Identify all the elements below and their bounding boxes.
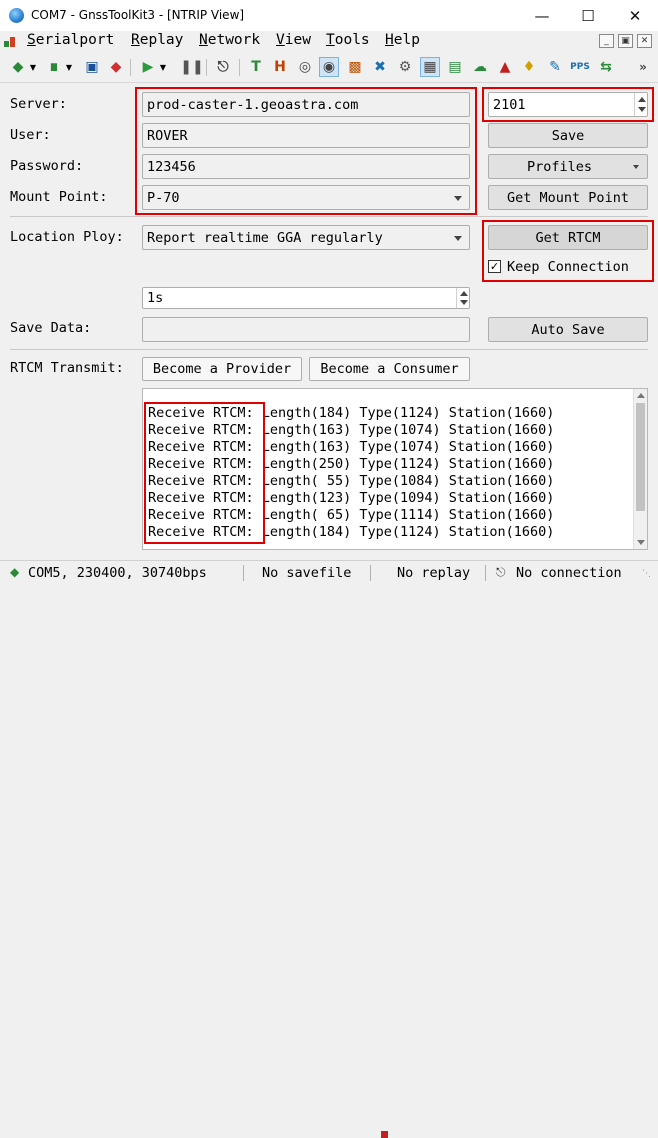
mdi-close-button[interactable]: ✕ bbox=[637, 34, 652, 48]
app-globe-icon bbox=[9, 8, 24, 23]
become-provider-button[interactable]: Become a Provider bbox=[142, 357, 302, 381]
compass-icon[interactable]: ▲ bbox=[495, 57, 515, 77]
divider bbox=[10, 216, 648, 217]
get-rtcm-button[interactable]: Get RTCM bbox=[488, 225, 648, 250]
serial-status-icon: ◆ bbox=[10, 565, 20, 579]
hex-icon[interactable]: H bbox=[270, 57, 290, 77]
server-label: Server: bbox=[10, 96, 67, 112]
dropdown-icon[interactable]: ▼ bbox=[63, 57, 75, 77]
port-value: 2101 bbox=[493, 96, 526, 113]
mdi-restore-button[interactable]: ▣ bbox=[618, 34, 633, 48]
pen-icon[interactable]: ✎ bbox=[545, 57, 565, 77]
grid-icon[interactable]: ▦ bbox=[420, 57, 440, 77]
tag-icon[interactable]: ◆ bbox=[106, 57, 126, 77]
savefile-status: No savefile bbox=[262, 565, 352, 581]
title-bar: COM7 - GnssToolKit3 - [NTRIP View] — ☐ ✕ bbox=[0, 0, 658, 31]
menu-tools[interactable]: Tools bbox=[326, 32, 370, 48]
keep-connection-label: Keep Connection bbox=[507, 259, 629, 275]
serial-connect-icon[interactable]: ◆ bbox=[8, 57, 28, 77]
gear-icon[interactable]: ⚙ bbox=[395, 57, 415, 77]
replay-status: No replay bbox=[397, 565, 471, 581]
user-input[interactable]: ROVER bbox=[142, 123, 470, 148]
mdi-minimize-button[interactable]: _ bbox=[599, 34, 614, 48]
more-icon[interactable]: » bbox=[636, 57, 650, 77]
text-icon[interactable]: T bbox=[246, 57, 266, 77]
status-bar: ◆ COM5, 230400, 30740bps No savefile No … bbox=[0, 560, 658, 1138]
ntrip-icon[interactable]: ◉ bbox=[319, 57, 339, 77]
dropdown-icon[interactable]: ▼ bbox=[157, 57, 169, 77]
port-status: COM5, 230400, 30740bps bbox=[28, 565, 207, 581]
auto-save-button[interactable]: Auto Save bbox=[488, 317, 648, 342]
pps-icon[interactable]: PPS bbox=[570, 57, 590, 77]
maximize-button[interactable]: ☐ bbox=[565, 0, 611, 31]
save-button[interactable]: Save bbox=[488, 123, 648, 148]
user-label: User: bbox=[10, 127, 51, 143]
interval-value: 1s bbox=[147, 290, 164, 306]
save-icon[interactable]: ▣ bbox=[82, 57, 102, 77]
table-icon[interactable]: ▤ bbox=[445, 57, 465, 77]
cloud-icon[interactable]: ☁ bbox=[470, 57, 490, 77]
scroll-thumb[interactable] bbox=[636, 403, 645, 511]
scroll-down-icon[interactable] bbox=[637, 540, 645, 545]
minimize-button[interactable]: — bbox=[519, 0, 565, 31]
app-menu-icon[interactable] bbox=[3, 35, 16, 48]
window-title: COM7 - GnssToolKit3 - [NTRIP View] bbox=[31, 8, 245, 22]
location-ploy-label: Location Ploy: bbox=[10, 229, 124, 245]
profiles-label: Profiles bbox=[527, 158, 593, 175]
menu-replay[interactable]: Replay bbox=[131, 32, 183, 48]
port-spin-arrows[interactable] bbox=[634, 93, 647, 116]
connection-status: No connection bbox=[516, 565, 622, 581]
log-scrollbar[interactable] bbox=[633, 389, 647, 549]
record-icon bbox=[381, 1131, 388, 1138]
receive-prefix-highlight-box bbox=[144, 402, 265, 544]
keep-connection-checkbox[interactable]: ✓ bbox=[488, 260, 501, 273]
interval-spinbox[interactable]: 1s bbox=[142, 287, 470, 309]
swap-icon[interactable]: ⇆ bbox=[596, 57, 616, 77]
server-input[interactable]: prod-caster-1.geoastra.com bbox=[142, 92, 470, 117]
menu-help[interactable]: Help bbox=[385, 32, 420, 48]
save-data-input[interactable] bbox=[142, 317, 470, 342]
play-icon[interactable]: ▶ bbox=[138, 57, 158, 77]
location-ploy-combo[interactable]: Report realtime GGA regularly bbox=[142, 225, 470, 250]
signal-icon[interactable]: ∎ bbox=[44, 57, 64, 77]
mount-point-combo[interactable]: P-70 bbox=[142, 185, 470, 210]
target-icon[interactable]: ◎ bbox=[295, 57, 315, 77]
profiles-dropdown-icon bbox=[633, 165, 639, 169]
menu-bar: Serialport Replay Network View Tools Hel… bbox=[0, 31, 658, 51]
rtcm-log[interactable]: Receive RTCM: Length(184) Type(1124) Sta… bbox=[142, 388, 648, 550]
menu-serialport[interactable]: Serialport bbox=[27, 32, 114, 48]
toolbar: ◆ ▼ ∎ ▼ ▣ ◆ ▶ ▼ ❚❚ ⎋ T H ◎ ◉ ▩ ✖ ⚙ ▦ ▤ ☁… bbox=[0, 53, 658, 83]
plug-icon[interactable]: ⎋ bbox=[213, 57, 233, 77]
rtcm-transmit-label: RTCM Transmit: bbox=[10, 360, 124, 376]
get-mount-point-button[interactable]: Get Mount Point bbox=[488, 185, 648, 210]
divider bbox=[10, 349, 648, 350]
mount-point-label: Mount Point: bbox=[10, 189, 108, 205]
interval-spin-arrows[interactable] bbox=[456, 288, 469, 308]
bell-icon[interactable]: ♦ bbox=[519, 57, 539, 77]
chart-icon[interactable]: ▩ bbox=[345, 57, 365, 77]
port-spinbox[interactable]: 2101 bbox=[488, 92, 648, 117]
plug-status-icon: ⎋ bbox=[496, 565, 506, 579]
satellite-icon[interactable]: ✖ bbox=[370, 57, 390, 77]
save-data-label: Save Data: bbox=[10, 320, 92, 336]
profiles-button[interactable]: Profiles bbox=[488, 154, 648, 179]
become-consumer-button[interactable]: Become a Consumer bbox=[309, 357, 470, 381]
close-button[interactable]: ✕ bbox=[612, 0, 658, 31]
scroll-up-icon[interactable] bbox=[637, 393, 645, 398]
pause-icon[interactable]: ❚❚ bbox=[180, 57, 203, 77]
password-input[interactable]: 123456 bbox=[142, 154, 470, 179]
menu-network[interactable]: Network bbox=[199, 32, 260, 48]
menu-view[interactable]: View bbox=[276, 32, 311, 48]
password-label: Password: bbox=[10, 158, 84, 174]
dropdown-icon[interactable]: ▼ bbox=[27, 57, 39, 77]
size-grip-icon[interactable]: ⋱ bbox=[642, 569, 654, 581]
